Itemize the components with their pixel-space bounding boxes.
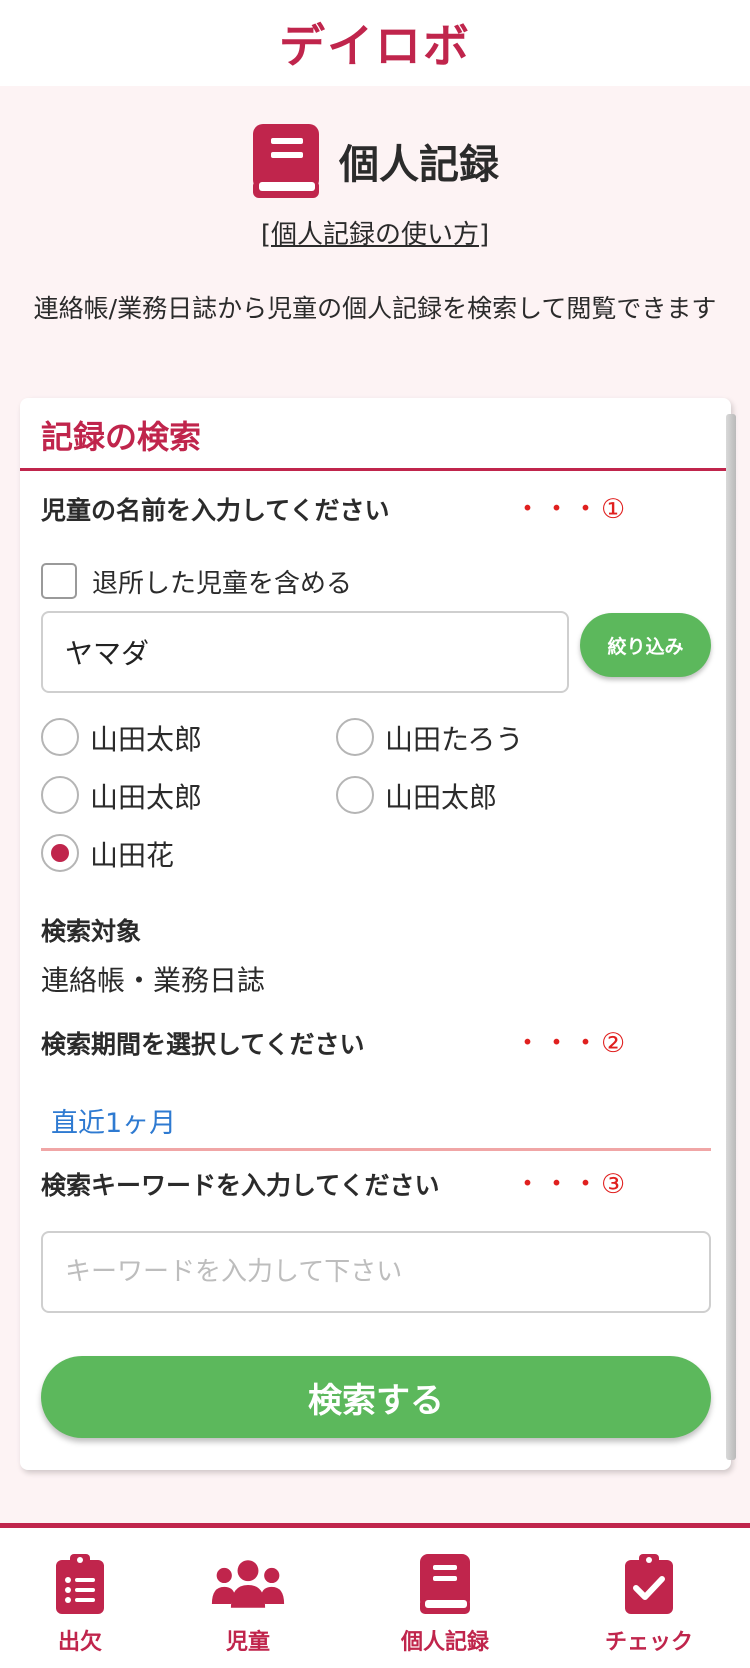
child-name-input[interactable]	[41, 611, 569, 693]
child-radio-label[interactable]: 山田太郎	[385, 776, 497, 816]
app-header: デイロボ	[0, 0, 750, 86]
child-radio-label[interactable]: 山田太郎	[90, 718, 202, 758]
nav-item-personal-record[interactable]: 個人記録	[360, 1528, 530, 1668]
clipboard-check-icon	[611, 1552, 687, 1616]
nav-label: 出欠	[57, 1630, 102, 1655]
nav-item-children[interactable]: 児童	[163, 1528, 333, 1668]
search-target-value: 連絡帳・業務日誌	[41, 964, 266, 997]
page-title: 個人記録	[339, 142, 499, 188]
child-radio-5[interactable]	[41, 834, 79, 872]
bottom-nav: 出欠 児童 個人記録 チェック	[0, 1523, 750, 1668]
child-radio-3[interactable]	[41, 776, 79, 814]
book-icon	[407, 1552, 483, 1616]
child-radio-label[interactable]: 山田太郎	[90, 776, 202, 816]
search-card: 記録の検索 児童の名前を入力してください ・・・① 退所した児童を含める 絞り込…	[20, 398, 731, 1470]
card-title: 記録の検索	[41, 418, 202, 456]
nav-item-check[interactable]: チェック	[564, 1528, 734, 1668]
search-period-label: 検索期間を選択してください	[41, 1030, 365, 1059]
search-button[interactable]: 検索する	[41, 1356, 711, 1438]
child-name-label: 児童の名前を入力してください	[41, 496, 390, 525]
book-icon	[253, 124, 319, 198]
note-1: ・・・①	[514, 494, 628, 525]
howto-link[interactable]: [個人記録の使い方]	[0, 214, 750, 251]
filter-button[interactable]: 絞り込み	[580, 613, 711, 677]
nav-label: 児童	[225, 1630, 270, 1655]
page-description: 連絡帳/業務日誌から児童の個人記録を検索して閲覧できます	[33, 294, 717, 323]
child-radio-2[interactable]	[336, 718, 374, 756]
note-2: ・・・②	[514, 1028, 628, 1059]
period-divider	[41, 1148, 711, 1151]
nav-item-attendance[interactable]: 出欠	[0, 1528, 165, 1668]
child-radio-1[interactable]	[41, 718, 79, 756]
keyword-input[interactable]	[41, 1231, 711, 1313]
users-icon	[210, 1552, 286, 1616]
include-retired-checkbox[interactable]	[41, 563, 77, 599]
nav-label: 個人記録	[400, 1630, 489, 1655]
search-period-select[interactable]: 直近1ヶ月	[51, 1101, 176, 1140]
nav-label: チェック	[604, 1630, 693, 1655]
search-target-label: 検索対象	[41, 917, 142, 946]
card-divider	[20, 468, 731, 471]
clipboard-list-icon	[42, 1552, 118, 1616]
keyword-label: 検索キーワードを入力してください	[41, 1171, 440, 1200]
include-retired-label[interactable]: 退所した児童を含める	[92, 563, 352, 600]
app-title: デイロボ	[279, 19, 471, 73]
child-radio-label[interactable]: 山田たろう	[385, 718, 523, 758]
child-radio-label[interactable]: 山田花	[90, 834, 174, 874]
page-heading: 個人記録	[0, 122, 750, 200]
note-3: ・・・③	[514, 1169, 628, 1200]
card-scrollbar[interactable]	[726, 414, 736, 1460]
child-radio-4[interactable]	[336, 776, 374, 814]
